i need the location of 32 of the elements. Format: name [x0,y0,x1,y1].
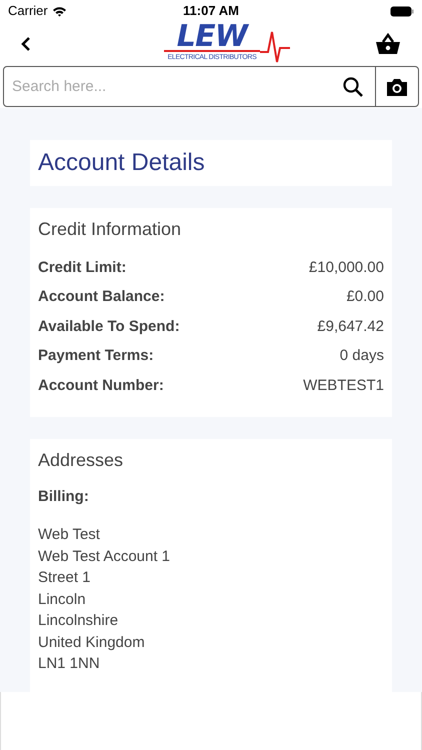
address-line: LN1 1NN [38,654,101,674]
search-icon [342,76,364,98]
carrier-label: Carrier [8,2,48,20]
field-value: £10,000.00 [308,258,384,278]
battery-icon [390,6,414,16]
page-title: Account Details [38,148,205,178]
field-label: Account Balance: [38,287,165,307]
billing-label: Billing: [38,486,90,506]
field-value: £0.00 [346,287,384,307]
field-value: WEBTEST1 [303,376,384,396]
section-heading: Addresses [38,448,124,472]
field-label: Payment Terms: [38,346,154,366]
address-line: Street 1 [38,568,92,588]
camera-icon [385,76,409,96]
address-line: Lincolnshire [38,611,120,631]
address-line: Web Test [38,525,101,545]
chevron-left-icon [20,36,32,52]
basket-button[interactable] [374,31,402,57]
search-input[interactable]: Search here... [4,67,331,106]
search-field[interactable]: Search here... [3,66,419,107]
field-label: Available To Spend: [38,316,180,336]
basket-icon [375,33,401,55]
wifi-icon [52,6,67,16]
field-label: Account Number: [38,376,164,396]
status-time: 11:07 AM [183,2,239,20]
section-heading: Credit Information [38,218,182,241]
field-value: £9,647.42 [317,316,384,336]
address-line: United Kingdom [38,632,146,652]
field-value: 0 days [340,346,384,366]
field-label: Credit Limit: [38,258,126,278]
address-line: Web Test Account 1 [38,546,172,566]
address-line: Lincoln [38,590,87,610]
